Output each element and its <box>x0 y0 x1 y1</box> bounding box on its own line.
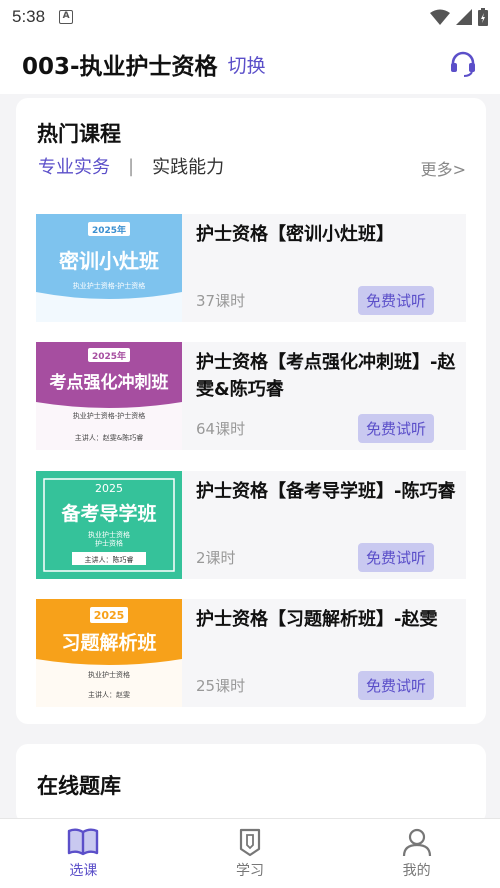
tab-professional-practice[interactable]: 专业实务 <box>38 153 110 179</box>
headset-icon[interactable] <box>448 49 478 79</box>
wifi-icon <box>430 9 450 25</box>
question-bank-card[interactable]: 在线题库 <box>16 744 486 824</box>
free-trial-button[interactable]: 免费试听 <box>357 543 434 572</box>
course-lesson-count: 64课时 <box>196 420 246 438</box>
course-item[interactable]: 2025年 密训小灶班 执业护士资格-护士资格 护士资格【密训小灶班】 37课时… <box>36 214 466 322</box>
course-thumbnail: 2025 备考导学班 执业护士资格护士资格 主讲人：陈巧睿 <box>36 471 182 579</box>
thumb-subtitle: 执业护士资格 <box>88 670 130 679</box>
free-trial-button[interactable]: 免费试听 <box>357 286 434 315</box>
thumb-course-name: 密训小灶班 <box>59 249 159 273</box>
exam-title: 003-执业护士资格 <box>22 54 218 80</box>
status-bar: 5:38 A <box>0 0 500 34</box>
course-title: 护士资格【备考导学班】-陈巧睿 <box>196 481 456 502</box>
free-trial-button[interactable]: 免费试听 <box>357 414 434 443</box>
more-courses-link[interactable]: 更多> <box>421 156 466 180</box>
course-info: 护士资格【习题解析班】-赵雯 25课时 免费试听 <box>182 599 466 707</box>
thumb-teacher: 主讲人：赵雯 <box>88 690 130 699</box>
question-bank-title: 在线题库 <box>37 774 121 798</box>
course-info: 护士资格【考点强化冲刺班】-赵雯&陈巧睿 64课时 免费试听 <box>182 342 466 450</box>
course-info: 护士资格【备考导学班】-陈巧睿 2课时 免费试听 <box>182 471 466 579</box>
course-info: 护士资格【密训小灶班】 37课时 免费试听 <box>182 214 466 322</box>
thumb-course-name: 备考导学班 <box>60 502 156 525</box>
thumb-course-name: 习题解析班 <box>61 631 156 654</box>
battery-icon <box>478 8 488 26</box>
thumb-teacher: 主讲人：赵雯&陈巧睿 <box>75 433 143 442</box>
thumb-teacher: 主讲人：陈巧睿 <box>85 555 134 564</box>
bottom-tab-bar: 选课 学习 我的 <box>0 818 500 888</box>
bookmark-pen-icon <box>239 828 261 857</box>
thumb-year: 2025年 <box>92 350 126 362</box>
thumb-year: 2025 <box>95 482 123 495</box>
person-icon <box>402 828 431 857</box>
course-thumbnail: 2025年 密训小灶班 执业护士资格-护士资格 <box>36 214 182 322</box>
course-lesson-count: 25课时 <box>196 677 246 695</box>
course-title: 护士资格【考点强化冲刺班】-赵雯&陈巧睿 <box>196 352 456 400</box>
tabbar-label: 选课 <box>69 863 98 879</box>
course-thumbnail: 2025年 考点强化冲刺班 执业护士资格-护士资格 主讲人：赵雯&陈巧睿 <box>36 342 182 450</box>
course-item[interactable]: 2025 习题解析班 执业护士资格 主讲人：赵雯 护士资格【习题解析班】-赵雯 … <box>36 599 466 707</box>
status-indicators <box>430 8 488 26</box>
app-notification-icon: A <box>59 10 74 24</box>
course-item[interactable]: 2025年 考点强化冲刺班 执业护士资格-护士资格 主讲人：赵雯&陈巧睿 护士资… <box>36 342 466 450</box>
thumb-course-name: 考点强化冲刺班 <box>49 372 169 393</box>
thumb-year: 2025 <box>94 609 125 622</box>
course-item[interactable]: 2025 备考导学班 执业护士资格护士资格 主讲人：陈巧睿 护士资格【备考导学班… <box>36 471 466 579</box>
tab-study[interactable]: 学习 <box>167 819 334 888</box>
switch-exam-button[interactable]: 切换 <box>228 51 266 78</box>
course-title: 护士资格【习题解析班】-赵雯 <box>196 609 438 630</box>
course-lesson-count: 2课时 <box>196 549 236 567</box>
tab-select-course[interactable]: 选课 <box>0 819 167 888</box>
hot-courses-title: 热门课程 <box>37 122 121 146</box>
tab-practical-ability[interactable]: 实践能力 <box>152 153 224 179</box>
free-trial-button[interactable]: 免费试听 <box>357 671 434 700</box>
thumb-year: 2025年 <box>92 224 126 236</box>
tab-separator: | <box>128 155 135 177</box>
status-time: 5:38 <box>12 7 46 26</box>
tab-mine[interactable]: 我的 <box>333 819 500 888</box>
signal-icon <box>456 9 472 25</box>
course-title: 护士资格【密训小灶班】 <box>196 224 394 245</box>
book-icon <box>68 828 99 856</box>
tabbar-label: 学习 <box>236 863 264 879</box>
thumb-subtitle: 执业护士资格-护士资格 <box>73 281 146 290</box>
course-thumbnail: 2025 习题解析班 执业护士资格 主讲人：赵雯 <box>36 599 182 707</box>
hot-courses-card: 热门课程 专业实务 | 实践能力 更多> 2025年 密训小灶班 执业护士资格-… <box>16 98 486 724</box>
thumb-subtitle: 执业护士资格-护士资格 <box>73 411 146 420</box>
course-lesson-count: 37课时 <box>196 292 246 310</box>
app-header: 003-执业护士资格 切换 <box>0 34 500 94</box>
tabbar-label: 我的 <box>402 863 431 879</box>
course-category-tabs: 专业实务 | 实践能力 <box>38 153 224 179</box>
